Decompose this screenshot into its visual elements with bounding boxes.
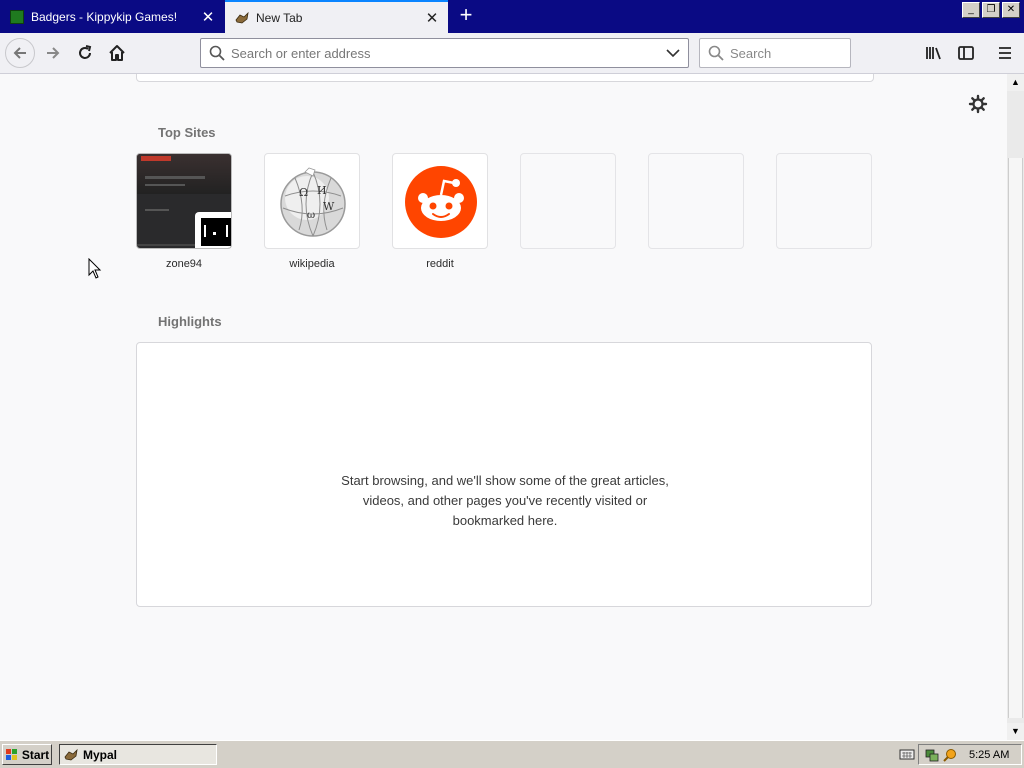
- tab-strip: Badgers - Kippykip Games! ✕ New Tab ✕ + …: [0, 0, 1024, 33]
- highlights-panel: Start browsing, and we'll show some of t…: [136, 342, 872, 607]
- home-icon: [109, 45, 125, 61]
- close-window-icon[interactable]: ✕: [1002, 2, 1020, 18]
- search-input[interactable]: [730, 45, 840, 61]
- new-tab-plus-icon[interactable]: +: [454, 4, 478, 28]
- svg-text:ω: ω: [307, 210, 315, 221]
- tab-new-tab[interactable]: New Tab ✕: [225, 0, 448, 33]
- clock[interactable]: 5:25 AM: [969, 749, 1009, 761]
- top-site-empty: [776, 153, 872, 249]
- library-icon: [926, 47, 941, 60]
- top-site-label: wikipedia: [289, 258, 335, 270]
- window-controls: _ ❐ ✕: [962, 2, 1020, 18]
- chevron-down-icon[interactable]: [666, 47, 680, 59]
- forward-button[interactable]: [38, 38, 68, 68]
- svg-text:W: W: [323, 200, 335, 213]
- address-bar[interactable]: [200, 38, 689, 68]
- vertical-scrollbar[interactable]: ▲ ▼: [1007, 74, 1024, 740]
- new-tab-page: Top Sites zone94 Ω И W ω wikipedia reddi…: [0, 74, 1007, 740]
- top-site-label: zone94: [165, 258, 203, 270]
- highlights-message-line: Start browsing, and we'll show some of t…: [341, 473, 669, 488]
- gear-icon[interactable]: [968, 94, 988, 114]
- menu-button[interactable]: [990, 38, 1020, 68]
- mypal-favicon-icon: [64, 748, 78, 760]
- arrow-right-icon: [47, 47, 60, 59]
- minimize-icon[interactable]: _: [962, 2, 980, 18]
- reload-button[interactable]: [70, 38, 100, 68]
- close-tab-icon[interactable]: ✕: [198, 8, 218, 26]
- top-site-empty: [648, 153, 744, 249]
- top-sites-heading: Top Sites: [158, 125, 216, 140]
- mouse-cursor-icon: [88, 258, 102, 279]
- windows-logo-icon: [5, 748, 17, 760]
- restore-icon[interactable]: ❐: [982, 2, 1000, 18]
- reddit-alien-icon: [405, 166, 477, 238]
- taskbar-item-mypal[interactable]: Mypal: [59, 744, 217, 765]
- network-icon[interactable]: [925, 748, 939, 762]
- reload-icon: [79, 45, 92, 59]
- tab-badgers[interactable]: Badgers - Kippykip Games! ✕: [0, 0, 224, 33]
- sidebar-icon: [958, 46, 974, 60]
- highlights-message-line: bookmarked here.: [452, 513, 558, 528]
- start-label: Start: [21, 747, 50, 762]
- taskbar-item-label: Mypal: [83, 747, 118, 762]
- highlights-message-line: videos, and other pages you've recently …: [362, 493, 648, 508]
- top-site-thumbnail[interactable]: [392, 153, 488, 249]
- highlights-heading: Highlights: [158, 314, 222, 329]
- start-button[interactable]: Start: [2, 744, 52, 765]
- keyboard-icon[interactable]: [899, 747, 915, 761]
- wikipedia-globe-icon: Ω И W ω: [280, 167, 346, 237]
- mypal-favicon-icon: [235, 11, 249, 25]
- svg-text:И: И: [317, 184, 327, 197]
- system-tray: 5:25 AM: [918, 744, 1022, 765]
- tab-title: Badgers - Kippykip Games!: [31, 9, 178, 24]
- scroll-up-arrow-icon[interactable]: ▲: [1007, 74, 1024, 91]
- address-input[interactable]: [231, 45, 651, 61]
- search-icon: [209, 45, 225, 61]
- top-site-zone94[interactable]: zone94: [136, 153, 232, 270]
- top-site-wikipedia[interactable]: Ω И W ω wikipedia: [264, 153, 360, 270]
- zone94-favicon-icon: [195, 212, 231, 248]
- arrow-left-icon: [13, 47, 26, 59]
- tab-title: New Tab: [256, 10, 303, 25]
- search-bar[interactable]: [699, 38, 851, 68]
- search-icon: [708, 45, 724, 61]
- magnifier-tray-icon[interactable]: [943, 748, 957, 762]
- top-site-thumbnail[interactable]: Ω И W ω: [264, 153, 360, 249]
- scroll-down-arrow-icon[interactable]: ▼: [1007, 723, 1024, 740]
- top-site-placeholder: [648, 153, 744, 249]
- search-card-edge: [136, 74, 874, 82]
- scroll-thumb[interactable]: [1008, 158, 1023, 718]
- top-site-thumbnail[interactable]: [136, 153, 232, 249]
- hamburger-menu-icon: [999, 47, 1011, 59]
- top-site-placeholder: [776, 153, 872, 249]
- svg-text:Ω: Ω: [299, 186, 308, 199]
- taskbar: Start Mypal 5:25 AM: [0, 740, 1024, 768]
- close-tab-icon[interactable]: ✕: [422, 9, 442, 27]
- green-square-favicon-icon: [10, 9, 24, 24]
- top-site-empty: [520, 153, 616, 249]
- highlights-empty-message: Start browsing, and we'll show some of t…: [327, 471, 683, 531]
- navigation-toolbar: [0, 33, 1024, 74]
- back-button[interactable]: [5, 38, 35, 68]
- top-site-placeholder: [520, 153, 616, 249]
- top-site-reddit[interactable]: reddit: [392, 153, 488, 270]
- sidebar-button[interactable]: [951, 38, 981, 68]
- library-button[interactable]: [919, 38, 949, 68]
- top-site-label: reddit: [426, 258, 454, 270]
- home-button[interactable]: [102, 38, 132, 68]
